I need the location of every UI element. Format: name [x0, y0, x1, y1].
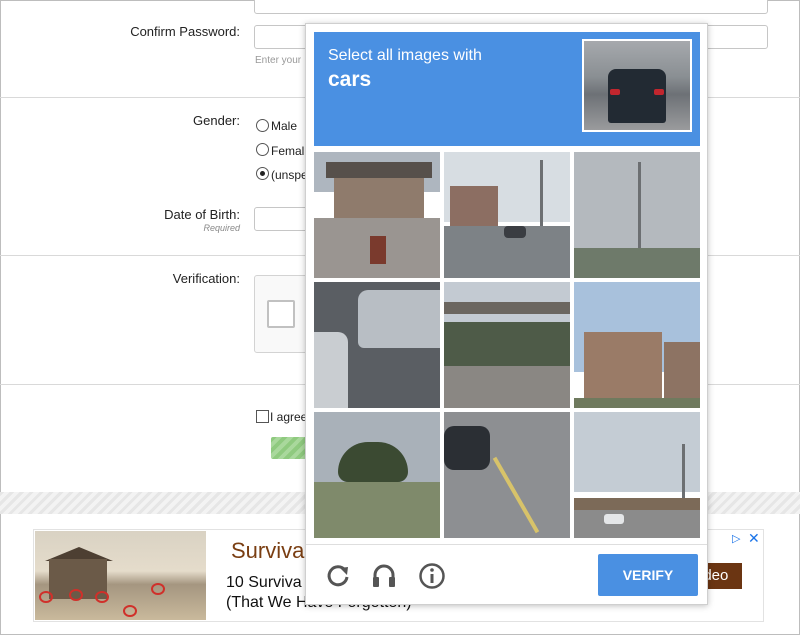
ad-title[interactable]: Surviva [231, 538, 304, 564]
captcha-tile-2[interactable] [444, 152, 570, 278]
reload-icon[interactable] [324, 562, 352, 590]
captcha-image-grid [314, 152, 700, 538]
verify-button[interactable]: VERIFY [598, 554, 698, 596]
captcha-footer-divider [306, 544, 707, 545]
audio-icon[interactable] [370, 562, 398, 590]
captcha-tile-8[interactable] [444, 412, 570, 538]
gender-male-radio[interactable] [256, 119, 269, 132]
captcha-example-image [582, 39, 692, 132]
confirm-password-label: Confirm Password: [130, 24, 240, 39]
ad-photo-marker [123, 605, 137, 617]
dob-label: Date of Birth: [164, 207, 240, 222]
example-car-light [654, 89, 664, 95]
ad-line-1: 10 Surviva [226, 574, 302, 591]
captcha-target: cars [328, 68, 372, 91]
info-icon[interactable] [418, 562, 446, 590]
ad-photo-marker [39, 591, 53, 603]
password-hint: Enter your [255, 55, 302, 66]
captcha-tile-6[interactable] [574, 282, 700, 408]
captcha-tile-9[interactable] [574, 412, 700, 538]
ad-close-icon[interactable]: ✕ [748, 530, 760, 547]
ad-photo-marker [151, 583, 165, 595]
captcha-instruction: Select all images with [328, 47, 482, 64]
agree-checkbox[interactable] [256, 410, 269, 423]
captcha-challenge: Select all images with cars VERIFY [305, 23, 708, 605]
captcha-tile-7[interactable] [314, 412, 440, 538]
agree-label: I agree [270, 410, 308, 424]
gender-label: Gender: [193, 113, 240, 128]
recaptcha-checkbox[interactable] [267, 300, 295, 328]
example-car-light [610, 89, 620, 95]
ad-choices-icon[interactable]: ▷ [732, 532, 740, 545]
captcha-tile-4[interactable] [314, 282, 440, 408]
gender-male-label: Male [271, 119, 298, 133]
captcha-header: Select all images with cars [314, 32, 700, 146]
captcha-tile-1[interactable] [314, 152, 440, 278]
gender-female-label: Femal [271, 144, 305, 158]
top-input-field[interactable] [254, 0, 768, 14]
gender-unspecified-radio[interactable] [256, 167, 269, 180]
example-car [608, 69, 666, 123]
ad-photo-marker [69, 589, 83, 601]
captcha-tile-5[interactable] [444, 282, 570, 408]
ad-photo-marker [95, 591, 109, 603]
captcha-tile-3[interactable] [574, 152, 700, 278]
gender-unspecified-label: (unspe [271, 168, 308, 182]
dob-required-note: Required [203, 223, 240, 233]
ad-photo [35, 531, 206, 620]
verification-label: Verification: [172, 271, 240, 286]
gender-female-radio[interactable] [256, 143, 269, 156]
